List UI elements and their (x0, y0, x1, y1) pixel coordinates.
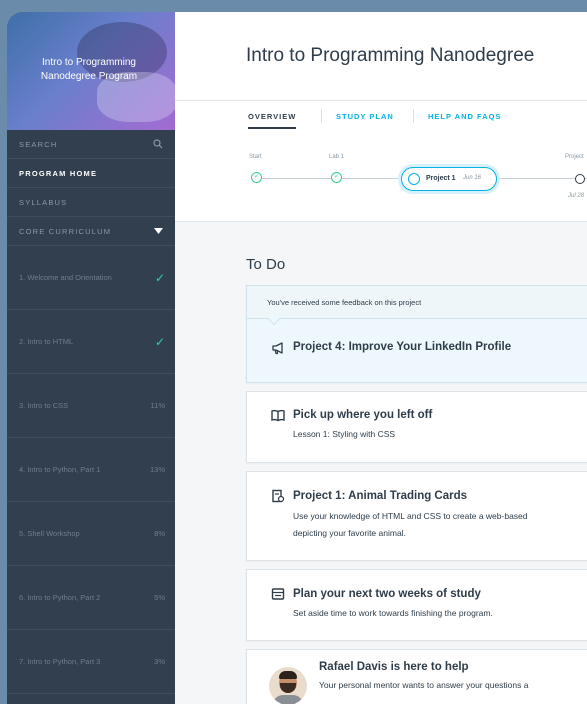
mentor-avatar (269, 667, 307, 704)
app-window: Intro to Programming Nanodegree Program … (7, 12, 587, 704)
sidebar-search[interactable]: SEARCH (7, 130, 175, 159)
search-icon[interactable] (153, 139, 163, 149)
current-project-name: Project 1 (426, 175, 456, 182)
timeline-next-date: Jul 28 (568, 193, 585, 199)
timeline-lab1-label: Lab 1 (329, 154, 345, 160)
sidebar-core-curriculum[interactable]: CORE CURRICULUM (7, 217, 175, 246)
lesson-progress: 5% (154, 593, 165, 602)
tab-bar: OVERVIEW STUDY PLAN HELP AND FAQS (175, 100, 587, 131)
page-title: Intro to Programming Nanodegree (246, 45, 535, 66)
sidebar-item-program-home[interactable]: PROGRAM HOME (7, 159, 175, 188)
lesson-progress: 8% (154, 529, 165, 538)
sidebar-lesson-6[interactable]: 6. Intro to Python, Part 2 5% (7, 566, 175, 630)
sidebar-item-label: PROGRAM HOME (19, 168, 98, 178)
mentor-card[interactable]: Rafael Davis is here to help Your person… (246, 649, 587, 704)
current-project-date: Jun 16 (463, 175, 482, 181)
sidebar-lesson-7[interactable]: 7. Intro to Python, Part 3 3% (7, 630, 175, 694)
lesson-progress: 3% (154, 657, 165, 666)
feedback-notice: You've received some feedback on this pr… (247, 286, 587, 319)
study-plan-card[interactable]: Plan your next two weeks of study Set as… (246, 569, 587, 641)
lesson-label: 5. Shell Workshop (19, 529, 80, 538)
sidebar-item-label: CORE CURRICULUM (19, 226, 112, 236)
project-title: Project 1: Animal Trading Cards (293, 490, 468, 502)
tab-divider (321, 109, 322, 123)
study-plan-subtitle: Set aside time to work towards finishing… (293, 608, 493, 618)
tab-help-faqs[interactable]: HELP AND FAQS (428, 112, 501, 121)
sidebar-lesson-1[interactable]: 1. Welcome and Orientation ✓ (7, 246, 175, 310)
project-card[interactable]: Project 1: Animal Trading Cards Use your… (246, 471, 587, 561)
lesson-label: 3. Intro to CSS (19, 401, 69, 410)
program-hero: Intro to Programming Nanodegree Program (7, 12, 175, 130)
current-project-ring-icon (408, 173, 420, 185)
mentor-subtitle: Your personal mentor wants to answer you… (319, 680, 529, 690)
timeline-lab1-check-icon[interactable]: ✓ (331, 172, 342, 183)
resume-title: Pick up where you left off (293, 409, 433, 421)
lesson-label: 7. Intro to Python, Part 3 (19, 657, 101, 666)
feedback-card[interactable]: You've received some feedback on this pr… (246, 285, 587, 383)
sidebar-lesson-3[interactable]: 3. Intro to CSS 11% (7, 374, 175, 438)
feedback-project-title: Project 4: Improve Your LinkedIn Profile (293, 341, 512, 353)
mentor-title: Rafael Davis is here to help (319, 661, 469, 673)
timeline-current-project[interactable]: Project 1 Jun 16 (401, 167, 497, 191)
sidebar-item-syllabus[interactable]: SYLLABUS (7, 188, 175, 217)
todo-heading: To Do (246, 256, 286, 273)
resume-subtitle: Lesson 1: Styling with CSS (293, 429, 396, 439)
timeline-next-label: Project (565, 154, 584, 160)
sidebar-lesson-4[interactable]: 4. Intro to Python, Part 1 13% (7, 438, 175, 502)
progress-timeline: Start ✓ Lab 1 ✓ Project 1 Jun 16 Project… (175, 131, 587, 222)
book-icon (271, 409, 285, 422)
page-header: Intro to Programming Nanodegree (175, 12, 587, 100)
lesson-label: 4. Intro to Python, Part 1 (19, 465, 101, 474)
sidebar-search-label: SEARCH (19, 139, 58, 149)
sidebar-lesson-5[interactable]: 5. Shell Workshop 8% (7, 502, 175, 566)
tab-study-plan[interactable]: STUDY PLAN (336, 112, 394, 121)
lesson-label: 1. Welcome and Orientation (19, 273, 112, 282)
project-description-line1: Use your knowledge of HTML and CSS to cr… (293, 511, 528, 521)
sidebar-lesson-2[interactable]: 2. Intro to HTML ✓ (7, 310, 175, 374)
timeline-start-label: Start (249, 154, 262, 160)
main-content: Intro to Programming Nanodegree OVERVIEW… (175, 12, 587, 704)
tab-overview[interactable]: OVERVIEW (248, 112, 297, 129)
timeline-next-milestone-icon[interactable] (575, 174, 585, 184)
check-icon: ✓ (154, 270, 165, 285)
caret-down-icon (154, 227, 163, 234)
check-icon: ✓ (154, 334, 165, 349)
calendar-icon (271, 588, 285, 600)
lesson-label: 2. Intro to HTML (19, 337, 74, 346)
project-description-line2: depicting your favorite animal. (293, 528, 406, 538)
study-plan-title: Plan your next two weeks of study (293, 588, 481, 600)
lesson-progress: 11% (150, 401, 165, 410)
project-file-icon (272, 489, 285, 503)
tab-divider (413, 109, 414, 123)
resume-card[interactable]: Pick up where you left off Lesson 1: Sty… (246, 391, 587, 463)
sidebar: Intro to Programming Nanodegree Program … (7, 12, 175, 704)
program-title: Intro to Programming Nanodegree Program (40, 57, 138, 82)
lesson-progress: 13% (149, 465, 165, 474)
timeline-start-check-icon[interactable]: ✓ (251, 172, 262, 183)
lesson-label: 6. Intro to Python, Part 2 (19, 593, 101, 602)
sidebar-item-label: SYLLABUS (19, 197, 68, 207)
megaphone-icon (272, 342, 283, 355)
